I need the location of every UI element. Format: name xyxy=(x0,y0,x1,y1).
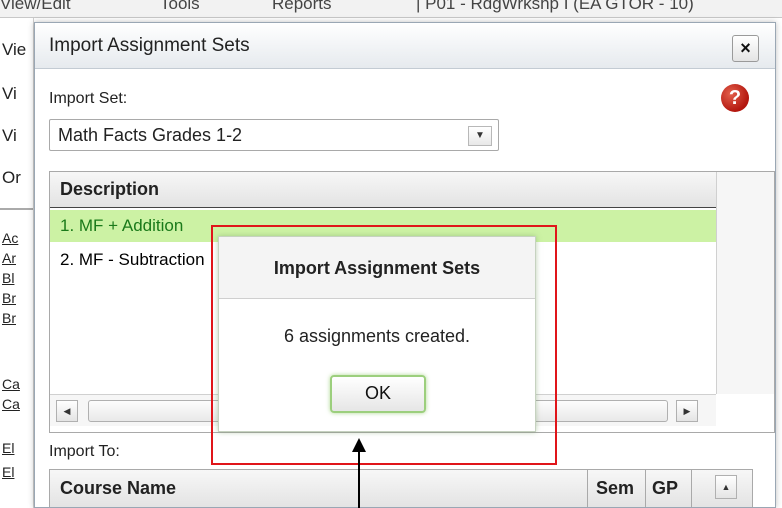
dialog-title-bar[interactable]: Import Assignment Sets × xyxy=(35,23,775,69)
list-item-label: 2. MF - Subtraction xyxy=(60,250,205,269)
import-set-select[interactable]: Math Facts Grades 1-2 ▼ xyxy=(49,119,499,151)
left-nav-label[interactable]: Vi xyxy=(2,126,17,146)
scroll-left-icon[interactable]: ◀ xyxy=(56,400,78,422)
scroll-up-icon[interactable]: ▲ xyxy=(715,475,737,499)
menu-reports[interactable]: Reports xyxy=(272,0,332,14)
left-nav-link[interactable]: Ca xyxy=(2,396,20,412)
left-nav-link[interactable]: Ac xyxy=(2,230,18,246)
column-sem[interactable]: Sem xyxy=(588,470,646,507)
menu-tools[interactable]: Tools xyxy=(160,0,200,14)
vertical-scrollbar[interactable] xyxy=(716,172,774,394)
left-nav-link[interactable]: Ca xyxy=(2,376,20,392)
import-to-table-header: Course Name Sem GP xyxy=(49,469,753,507)
import-set-label: Import Set: xyxy=(49,90,128,107)
description-column-header[interactable]: Description xyxy=(50,172,716,208)
import-set-value: Math Facts Grades 1-2 xyxy=(58,125,243,145)
list-item-label: 1. MF + Addition xyxy=(60,216,184,235)
left-nav-link[interactable]: El xyxy=(2,464,14,480)
menu-view-edit[interactable]: View/Edit xyxy=(0,0,71,14)
background-left-nav: Vie Vi Vi Or Ac Ar Bl Br Br Ca Ca El El xyxy=(0,18,34,508)
import-to-label: Import To: xyxy=(49,443,120,460)
help-icon[interactable]: ? xyxy=(721,84,749,112)
close-button[interactable]: × xyxy=(732,35,759,62)
column-course-name[interactable]: Course Name xyxy=(50,470,588,507)
scroll-right-icon[interactable]: ▶ xyxy=(676,400,698,422)
column-gp[interactable]: GP xyxy=(646,470,692,507)
left-nav-label[interactable]: Vie xyxy=(2,40,26,60)
left-nav-link[interactable]: Br xyxy=(2,290,16,306)
annotation-arrow xyxy=(358,450,360,508)
menu-section-title: | P01 - RdgWrkshp I (EA GTOR - 10) xyxy=(416,0,694,13)
left-nav-link[interactable]: Br xyxy=(2,310,16,326)
description-header-label: Description xyxy=(60,179,160,199)
dialog-title: Import Assignment Sets xyxy=(49,35,250,56)
left-nav-divider xyxy=(0,208,33,210)
left-nav-link[interactable]: El xyxy=(2,440,14,456)
left-nav-label[interactable]: Vi xyxy=(2,84,17,104)
left-nav-link[interactable]: Bl xyxy=(2,270,14,286)
highlight-box xyxy=(211,225,557,465)
background-menubar: View/Edit Tools Reports | P01 - RdgWrksh… xyxy=(0,0,782,18)
left-nav-label[interactable]: Or xyxy=(2,168,21,188)
left-nav-link[interactable]: Ar xyxy=(2,250,16,266)
chevron-down-icon[interactable]: ▼ xyxy=(468,126,492,146)
